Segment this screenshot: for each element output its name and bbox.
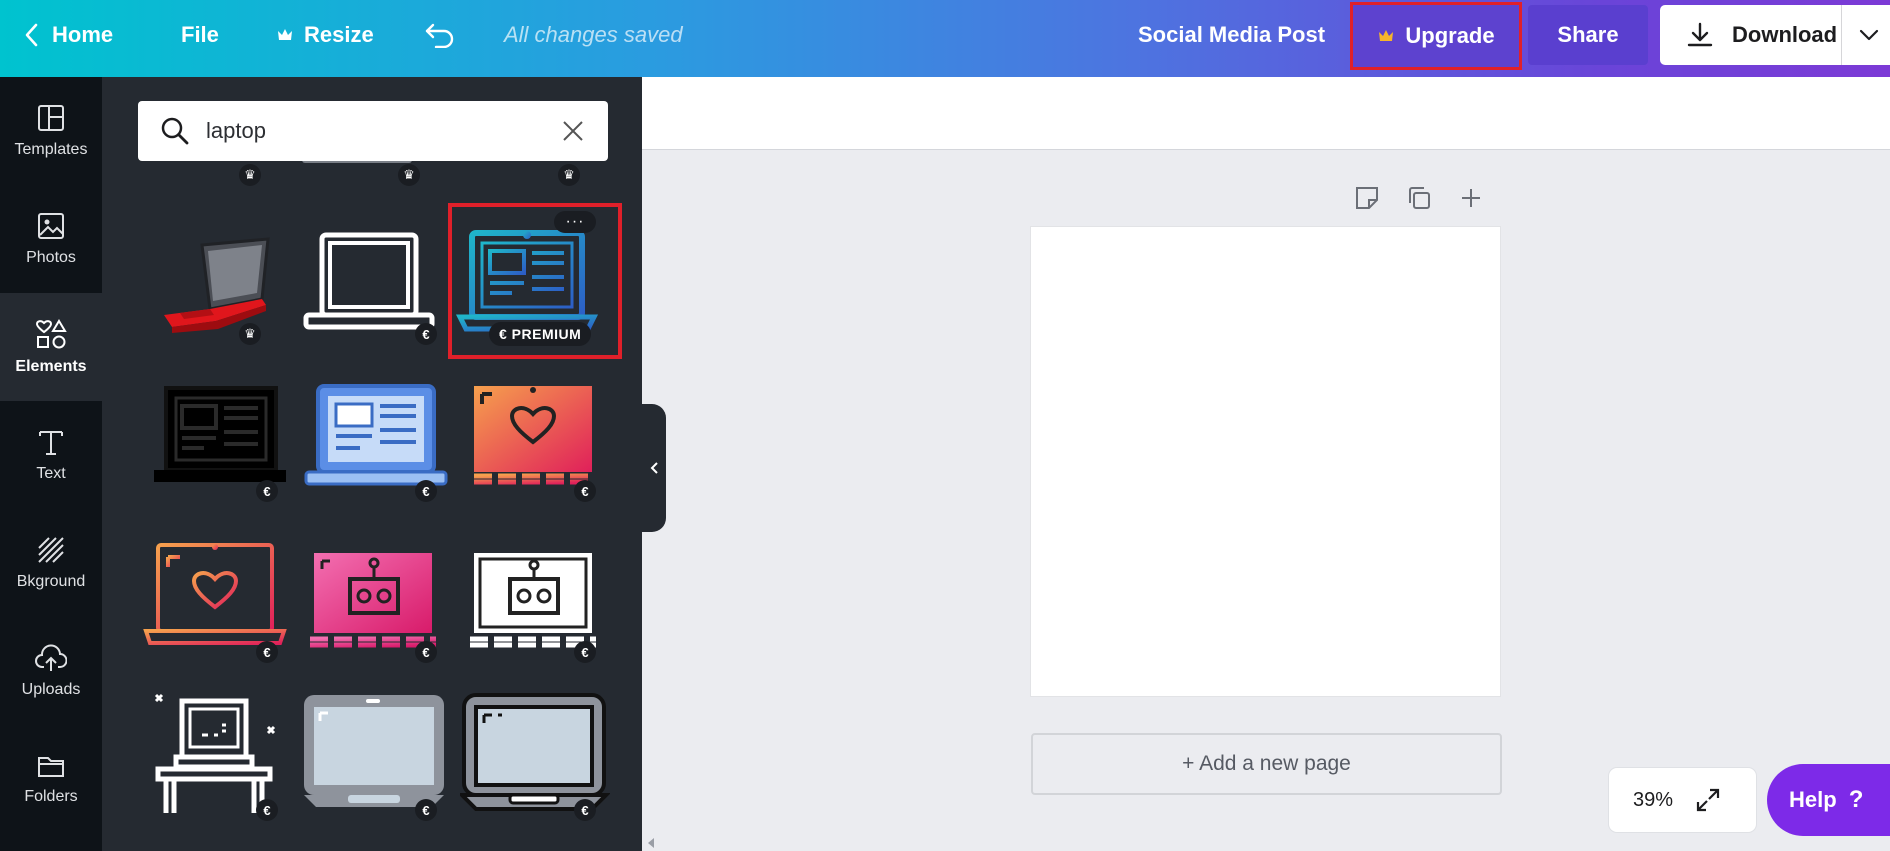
pro-badge: ♛: [558, 164, 580, 186]
download-icon: [1686, 21, 1714, 49]
save-status: All changes saved: [504, 22, 683, 47]
resize-button[interactable]: Resize: [276, 0, 374, 70]
paid-badge: €: [256, 799, 278, 821]
selection-highlight: [448, 203, 622, 359]
notes-icon[interactable]: [1353, 184, 1381, 212]
pro-badge: ♛: [239, 164, 261, 186]
add-new-page-button[interactable]: + Add a new page: [1031, 733, 1502, 795]
sidebar-item-label: Bkground: [16, 573, 86, 590]
zoom-value[interactable]: 39%: [1633, 789, 1673, 812]
chevron-down-icon[interactable]: [1858, 25, 1880, 45]
paid-badge: €: [415, 480, 437, 502]
home-button[interactable]: Home: [24, 0, 113, 70]
undo-icon: [424, 22, 456, 48]
text-icon: [36, 427, 66, 457]
sidebar-item-folders[interactable]: Folders: [0, 725, 102, 833]
photos-icon: [36, 211, 66, 241]
paid-badge: €: [415, 641, 437, 663]
zoom-control[interactable]: 39%: [1609, 768, 1756, 832]
chevron-left-icon: [24, 23, 38, 47]
paid-badge: €: [256, 641, 278, 663]
paid-badge: €: [574, 480, 596, 502]
add-page-icon[interactable]: [1457, 184, 1485, 212]
sidebar-item-templates[interactable]: Templates: [0, 77, 102, 185]
sidebar-item-label: Photos: [26, 249, 76, 266]
home-label: Home: [52, 22, 114, 47]
sidebar-item-text[interactable]: Text: [0, 401, 102, 509]
top-bar: Home File Resize All changes saved Socia…: [0, 0, 1890, 77]
sidebar-item-label: Elements: [15, 358, 87, 375]
document-title[interactable]: Social Media Post: [1138, 0, 1325, 70]
pro-badge: ♛: [398, 164, 420, 186]
design-page[interactable]: [1031, 227, 1500, 696]
folders-icon: [36, 752, 66, 780]
sidebar-item-background[interactable]: Bkground: [0, 509, 102, 617]
paid-badge: €: [574, 641, 596, 663]
search-input[interactable]: laptop: [206, 118, 562, 144]
help-button[interactable]: Help ?: [1767, 764, 1890, 836]
sidebar-item-uploads[interactable]: Uploads: [0, 617, 102, 725]
chevron-left-icon: [649, 461, 659, 475]
upgrade-button[interactable]: Upgrade: [1350, 2, 1522, 70]
result-item[interactable]: [150, 205, 300, 355]
paid-badge: €: [415, 323, 437, 345]
paid-badge: €: [574, 799, 596, 821]
question-icon: ?: [1848, 786, 1864, 813]
laptop-image: [164, 237, 270, 333]
elements-icon: [35, 318, 67, 350]
file-label: File: [181, 22, 219, 47]
sidebar-item-label: Templates: [14, 141, 88, 158]
collapse-panel-button[interactable]: [642, 404, 666, 532]
undo-button[interactable]: [424, 0, 456, 70]
download-button[interactable]: Download: [1660, 5, 1890, 65]
fullscreen-icon[interactable]: [1695, 787, 1721, 813]
paid-badge: €: [415, 799, 437, 821]
templates-icon: [36, 103, 66, 133]
file-menu-button[interactable]: File: [181, 0, 219, 70]
help-label: Help: [1789, 787, 1837, 812]
background-icon: [36, 535, 66, 565]
scroll-left-icon[interactable]: [648, 838, 654, 848]
search-bar[interactable]: laptop: [138, 101, 608, 161]
upgrade-label: Upgrade: [1405, 23, 1495, 48]
uploads-icon: [35, 643, 67, 673]
search-icon: [160, 116, 190, 146]
sidebar-item-label: Text: [36, 465, 66, 482]
sidebar-item-photos[interactable]: Photos: [0, 185, 102, 293]
resize-label: Resize: [304, 22, 374, 47]
sidebar-item-label: Folders: [24, 788, 78, 805]
share-label: Share: [1557, 22, 1619, 47]
sidebar-item-label: Uploads: [21, 681, 81, 698]
elements-panel: ♛ ♛ ♛ laptop ♛ € ··· € PREMIUM € € € € €…: [102, 77, 642, 851]
download-label: Download: [1732, 22, 1838, 47]
sidebar: Templates Photos Elements Text Bkground …: [0, 77, 102, 851]
pro-badge: ♛: [239, 323, 261, 345]
divider: [1841, 5, 1842, 65]
crown-icon: [1377, 28, 1395, 44]
crown-icon: [276, 27, 294, 43]
page-tools: [1353, 184, 1485, 212]
share-button[interactable]: Share: [1528, 5, 1648, 65]
sidebar-item-elements[interactable]: Elements: [0, 293, 102, 401]
editor-toolbar: [642, 77, 1890, 150]
close-icon[interactable]: [562, 120, 584, 142]
paid-badge: €: [256, 480, 278, 502]
duplicate-page-icon[interactable]: [1405, 184, 1433, 212]
